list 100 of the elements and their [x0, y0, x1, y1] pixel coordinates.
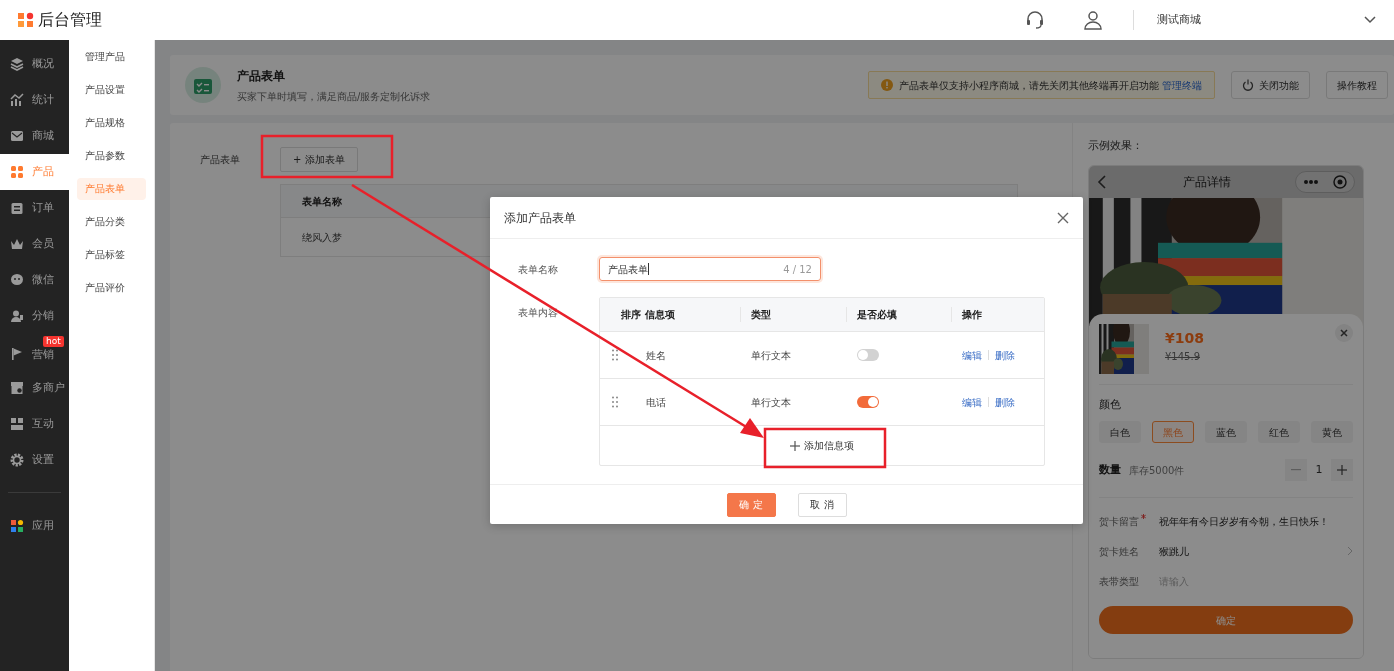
minus-icon	[1291, 469, 1301, 471]
sidebar-item[interactable]: 会员	[0, 226, 69, 262]
field-label: 表单内容	[518, 306, 559, 320]
sidebar-item[interactable]: 设置	[0, 442, 69, 478]
color-option[interactable]: 黄色	[1311, 421, 1353, 443]
table-cell: 单行文本	[751, 396, 791, 408]
close-icon[interactable]	[1057, 211, 1069, 224]
drag-handle-icon[interactable]	[612, 349, 618, 361]
form-label: 贺卡姓名	[1099, 544, 1139, 559]
edit-link[interactable]: 编辑	[962, 394, 982, 410]
submenu-item[interactable]: 产品规格	[77, 112, 146, 134]
sidebar-item[interactable]: 概况	[0, 46, 69, 82]
sidebar-item[interactable]: 营销	[0, 347, 69, 370]
cancel-button[interactable]: 取 消	[797, 492, 847, 517]
toggle-switch[interactable]	[857, 396, 879, 408]
price: ¥108	[1165, 328, 1204, 348]
manage-link[interactable]: 管理终端	[1162, 79, 1202, 91]
chevron-down-icon[interactable]	[1364, 16, 1376, 24]
gear-icon	[10, 453, 24, 467]
table-cell: 单行文本	[751, 349, 791, 361]
chat-icon	[10, 273, 24, 287]
quantity-label: 数量	[1099, 461, 1121, 478]
color-option[interactable]: 蓝色	[1205, 421, 1247, 443]
color-option[interactable]: 红色	[1258, 421, 1300, 443]
page-subtitle: 买家下单时填写，满足商品/服务定制化诉求	[237, 89, 431, 104]
toggle-switch[interactable]	[857, 349, 879, 361]
increase-button[interactable]	[1331, 459, 1353, 481]
add-form-button[interactable]: + 添加表单	[280, 147, 358, 172]
preview-label: 示例效果：	[1088, 138, 1144, 154]
phone-title: 产品详情	[1183, 173, 1231, 191]
table-cell-text: 电话	[646, 395, 666, 410]
delete-link[interactable]: 删除	[995, 394, 1015, 410]
color-label: 颜色	[1099, 396, 1122, 413]
submenu-item[interactable]: 产品分类	[77, 211, 146, 233]
sidebar-item[interactable]: 多商户	[0, 370, 69, 406]
target-icon	[1333, 174, 1347, 189]
column-header: 信息项	[645, 308, 675, 322]
close-button[interactable]	[1335, 323, 1353, 342]
mail-icon	[10, 129, 24, 143]
layers-icon	[10, 57, 24, 71]
crown-icon	[10, 237, 24, 251]
plus-icon	[790, 440, 800, 451]
sidebar-item[interactable]: 统计	[0, 82, 69, 118]
store-icon	[10, 381, 24, 395]
form-value: 祝年年有今日岁岁有今朝，生日快乐！	[1159, 514, 1329, 529]
input-field[interactable]: 产品表单 4 / 12	[599, 257, 821, 281]
column-header: 表单名称	[302, 194, 342, 209]
delete-link[interactable]: 删除	[995, 347, 1015, 363]
submenu-item[interactable]: 产品设置	[77, 79, 146, 101]
grid-icon	[10, 165, 24, 179]
chart-icon	[10, 93, 24, 107]
hot-badge: hot	[43, 336, 64, 347]
form-value[interactable]: 猴跳儿	[1159, 543, 1189, 559]
app-title: 后台管理	[38, 9, 102, 31]
column-header: 是否必填	[857, 309, 897, 320]
store-name[interactable]: 测试商城	[1157, 11, 1201, 29]
capsule-menu[interactable]	[1295, 170, 1355, 193]
logo-icon	[18, 12, 34, 28]
quantity-value: 1	[1314, 461, 1324, 478]
back-icon[interactable]	[1097, 174, 1107, 189]
original-price: ¥145.9	[1165, 349, 1201, 364]
color-option[interactable]: 白色	[1099, 421, 1141, 443]
column-header: 类型	[751, 309, 771, 320]
plus-icon	[1337, 465, 1347, 475]
submenu-item[interactable]: 产品标签	[77, 244, 146, 266]
sidebar-item[interactable]: 应用	[0, 508, 69, 544]
header-button[interactable]: 操作教程	[1326, 71, 1388, 99]
warning-icon	[880, 79, 893, 91]
headset-icon[interactable]	[1025, 10, 1045, 30]
table-cell-text: 绕风入梦	[302, 230, 342, 245]
sidebar-item[interactable]: 商城	[0, 118, 69, 154]
power-icon	[1242, 79, 1254, 91]
submenu-item[interactable]: 产品参数	[77, 145, 146, 167]
sidebar-item[interactable]: 订单	[0, 190, 69, 226]
notice-text: 产品表单仅支持小程序商城，请先关闭其他终端再开启功能 管理终端	[898, 78, 1202, 93]
chevron-right-icon[interactable]	[1347, 546, 1353, 556]
field-label: 表单名称	[518, 262, 559, 277]
dialog-title: 添加产品表单	[504, 209, 576, 227]
stock-text: 库存5000件	[1129, 463, 1185, 478]
sidebar-item[interactable]: 互动	[0, 406, 69, 442]
sidebar-item[interactable]: 微信	[0, 262, 69, 298]
apps-icon	[10, 519, 24, 533]
edit-link[interactable]: 编辑	[962, 347, 982, 363]
drag-handle-icon[interactable]	[612, 396, 618, 408]
page-title: 产品表单	[237, 67, 286, 85]
clipboard-icon	[10, 201, 24, 215]
more-icon	[1303, 178, 1319, 185]
header-button[interactable]: 关闭功能	[1231, 71, 1310, 99]
checklist-icon	[185, 67, 221, 103]
add-item-button[interactable]: 添加信息项	[790, 438, 854, 453]
table-cell-text: 姓名	[646, 348, 666, 363]
sidebar-item[interactable]: 分销	[0, 298, 69, 334]
field-label: 产品表单	[200, 153, 241, 167]
close-icon	[1340, 328, 1348, 337]
submenu-item[interactable]: 管理产品	[77, 46, 146, 68]
user-icon[interactable]	[1083, 10, 1103, 30]
flag-icon	[10, 347, 24, 361]
submenu-item[interactable]: 产品评价	[77, 277, 146, 299]
column-header: 操作	[962, 309, 982, 320]
blocks-icon	[10, 417, 24, 431]
